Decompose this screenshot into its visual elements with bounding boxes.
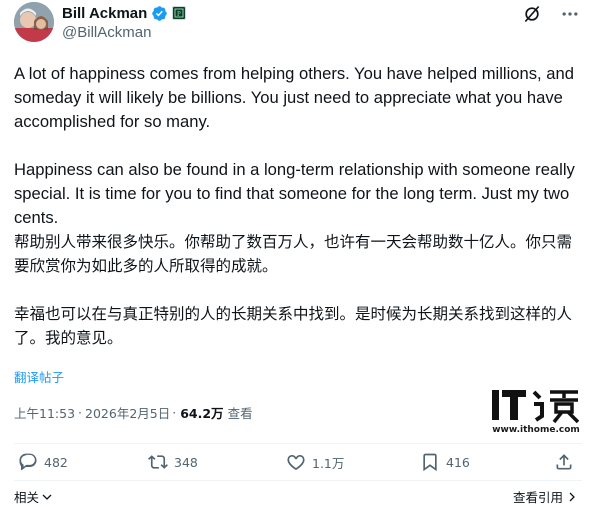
reply-icon <box>19 453 37 471</box>
bookmark-count: 416 <box>446 454 470 470</box>
like-button[interactable]: 1.1万 <box>286 452 344 472</box>
like-count: 1.1万 <box>312 455 345 471</box>
svg-text:P: P <box>177 10 181 18</box>
verified-badge-icon <box>152 5 168 21</box>
view-quotes-link[interactable]: 查看引用 <box>513 487 578 506</box>
repost-count: 348 <box>174 454 198 470</box>
action-bar: 482 348 1.1万 416 <box>14 448 582 478</box>
bookmark-button[interactable]: 416 <box>420 452 470 472</box>
translate-post-link[interactable]: 翻译帖子 <box>14 367 64 386</box>
meta-separator: · <box>78 405 83 420</box>
tweet-header: Bill Ackman P @BillAckman <box>14 2 582 46</box>
heart-icon <box>287 455 305 470</box>
views-count: 64.2万 <box>180 406 224 421</box>
chevron-right-icon <box>569 492 575 501</box>
tweet-paragraph-zh-1: 帮助别人带来很多快乐。你帮助了数百万人，也许有一天会帮助数十亿人。你只需要欣赏你… <box>14 233 573 275</box>
watermark-url: www.ithome.com <box>492 425 580 435</box>
chevron-down-icon <box>42 494 52 500</box>
repost-icon <box>148 455 168 469</box>
related-button[interactable]: 相关 <box>14 487 53 506</box>
post-date[interactable]: 2026年2月5日 <box>85 403 170 422</box>
share-icon <box>556 454 572 470</box>
divider <box>14 480 582 481</box>
display-name[interactable]: Bill Ackman <box>62 5 147 22</box>
avatar[interactable] <box>14 2 54 42</box>
reply-button[interactable]: 482 <box>18 452 68 472</box>
share-button[interactable] <box>554 452 580 472</box>
affiliate-badge-icon[interactable]: P <box>172 6 187 20</box>
post-time[interactable]: 上午11:53 <box>14 403 75 422</box>
related-label: 相关 <box>14 490 40 505</box>
reply-count: 482 <box>44 454 68 470</box>
ithome-watermark: www.ithome.com <box>490 386 582 440</box>
views-label: 查看 <box>227 406 253 421</box>
more-options-icon[interactable] <box>560 4 580 24</box>
ithome-logo-icon <box>492 390 580 424</box>
meta-separator: · <box>172 405 177 420</box>
tweet-footer: 相关 查看引用 <box>14 487 582 505</box>
divider <box>14 443 582 444</box>
repost-button[interactable]: 348 <box>148 452 198 472</box>
tweet-paragraph-en-1: A lot of happiness comes from helping ot… <box>14 64 579 131</box>
tweet-paragraph-en-2: Happiness can also be found in a long-te… <box>14 160 580 227</box>
bookmark-icon <box>423 453 437 472</box>
user-handle[interactable]: @BillAckman <box>62 24 151 41</box>
grok-icon[interactable] <box>522 4 542 24</box>
view-quotes-label: 查看引用 <box>512 490 563 505</box>
tweet-paragraph-zh-2: 幸福也可以在与真正特别的人的长期关系中找到。是时候为长期关系找到这样的人了。我的… <box>14 305 573 347</box>
tweet-text: A lot of happiness comes from helping ot… <box>14 62 579 350</box>
tweet-meta: 上午11:53 · 2026年2月5日 · 64.2万 查看 <box>14 403 253 422</box>
